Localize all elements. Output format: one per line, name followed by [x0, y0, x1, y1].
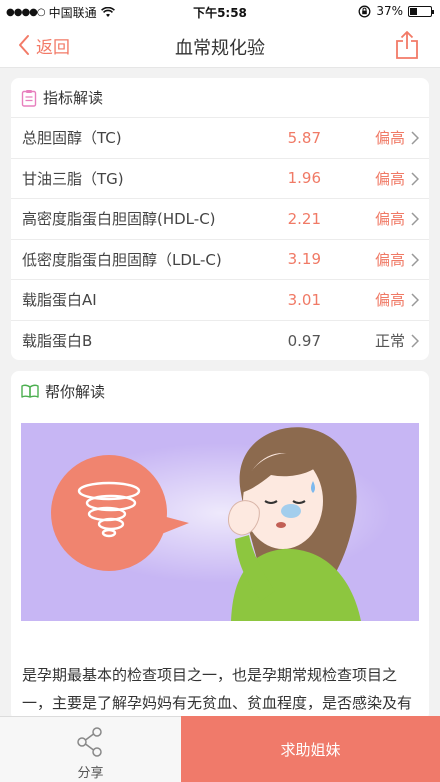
rotation-lock-icon	[358, 5, 371, 17]
status-right: 37%	[358, 4, 434, 18]
indicator-name: 高密度脂蛋白胆固醇(HDL-C)	[22, 210, 216, 229]
indicator-row[interactable]: 载脂蛋白B 0.97 正常	[11, 321, 429, 361]
dizzy-woman-illustration	[21, 423, 419, 621]
share-upload-icon	[396, 31, 418, 59]
chevron-right-icon	[411, 171, 419, 186]
indicator-status: 偏高	[374, 129, 405, 148]
battery-percent: 37%	[376, 4, 403, 18]
open-book-icon	[21, 384, 39, 398]
indicator-row[interactable]: 总胆固醇（TC) 5.87 偏高	[11, 118, 429, 159]
ask-sisters-button[interactable]: 求助姐妹	[181, 716, 440, 782]
chevron-right-icon	[411, 333, 419, 348]
clipboard-icon	[21, 89, 37, 107]
indicator-name: 载脂蛋白B	[22, 332, 93, 351]
page-title: 血常规化验	[175, 38, 265, 59]
indicator-name: 低密度脂蛋白胆固醇（LDL-C)	[22, 250, 222, 269]
indicator-name: 载脂蛋白AI	[22, 291, 97, 310]
share-top-button[interactable]	[394, 30, 420, 60]
nav-bar: 返回 血常规化验	[0, 22, 440, 68]
status-bar: ●●●●○ 中国联通 下午5:58 37%	[0, 0, 440, 22]
indicator-value: 5.87	[287, 128, 321, 147]
indicators-card: 指标解读 总胆固醇（TC) 5.87 偏高 甘油三脂（TG) 1.96 偏高 高…	[11, 78, 429, 360]
indicator-status: 偏高	[374, 250, 405, 269]
chevron-right-icon	[411, 212, 419, 226]
indicator-value: 2.21	[287, 209, 321, 228]
indicator-name: 甘油三脂（TG)	[22, 169, 124, 188]
bottom-bar: 分享 求助姐妹	[0, 716, 440, 782]
indicator-status: 偏高	[374, 210, 405, 229]
chevron-right-icon	[411, 293, 419, 307]
battery-fill	[410, 7, 417, 15]
help-card: 帮你解读 是孕期最基本的检查项目之一，也是孕期常规检查项目之一，主要是了解孕妈妈…	[11, 371, 429, 721]
indicator-name: 总胆固醇（TC)	[22, 129, 122, 148]
battery-icon	[408, 5, 434, 17]
indicator-row[interactable]: 高密度脂蛋白胆固醇(HDL-C) 2.21 偏高	[11, 199, 429, 240]
share-icon	[77, 727, 102, 757]
share-label: 分享	[77, 766, 104, 781]
illustration-image	[21, 423, 419, 621]
indicator-row[interactable]: 低密度脂蛋白胆固醇（LDL-C) 3.19 偏高	[11, 240, 429, 280]
indicator-status: 正常	[374, 332, 405, 351]
indicator-row[interactable]: 甘油三脂（TG) 1.96 偏高	[11, 159, 429, 199]
indicator-row[interactable]: 载脂蛋白AI 3.01 偏高	[11, 280, 429, 321]
help-description: 是孕期最基本的检查项目之一，也是孕期常规检查项目之一，主要是了解孕妈妈有无贫血、…	[22, 666, 413, 712]
indicator-value: 1.96	[287, 169, 321, 188]
indicator-value: 0.97	[287, 331, 321, 350]
chevron-right-icon	[411, 131, 419, 145]
help-title: 帮你解读	[45, 382, 106, 401]
indicator-status: 偏高	[374, 169, 405, 188]
share-button[interactable]: 分享	[0, 716, 181, 782]
chevron-right-icon	[411, 252, 419, 267]
indicators-header: 指标解读	[11, 78, 429, 118]
help-header: 帮你解读	[11, 371, 429, 411]
indicators-title: 指标解读	[43, 89, 104, 107]
indicator-status: 偏高	[374, 291, 405, 310]
indicator-value: 3.19	[287, 250, 321, 269]
indicator-value: 3.01	[287, 290, 321, 309]
indicators-list: 总胆固醇（TC) 5.87 偏高 甘油三脂（TG) 1.96 偏高 高密度脂蛋白…	[11, 118, 429, 360]
